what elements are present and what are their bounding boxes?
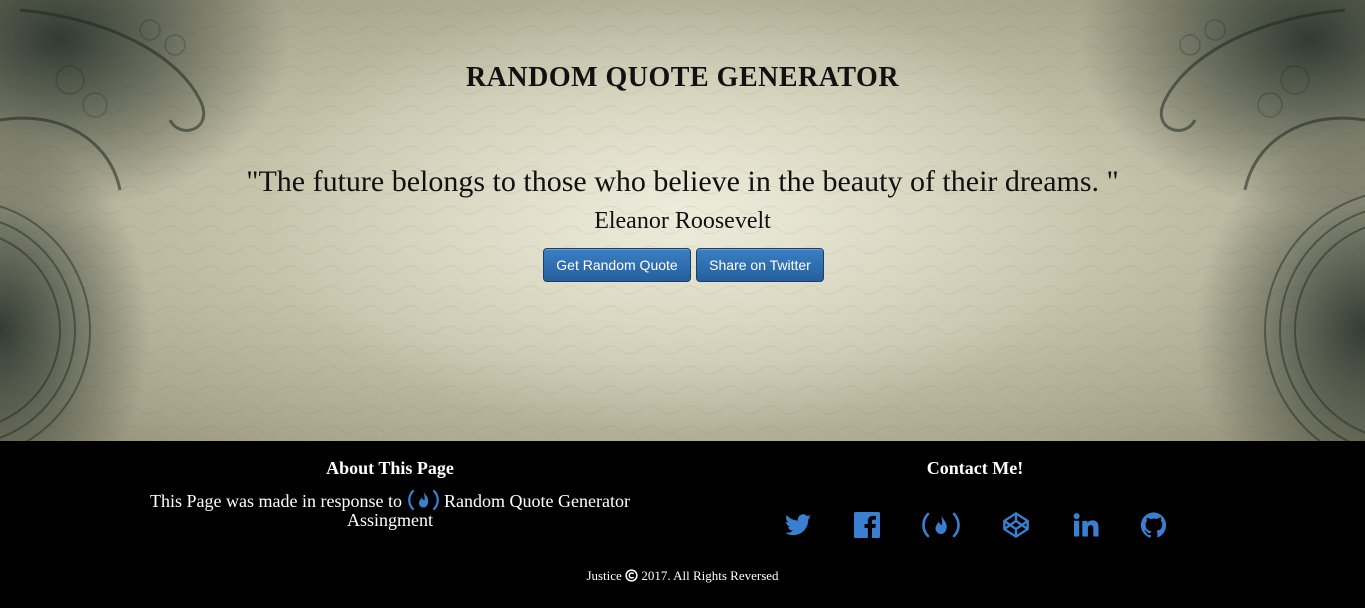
page-title: RANDOM QUOTE GENERATOR (465, 62, 900, 93)
quote-author: Eleanor Roosevelt (594, 208, 771, 234)
get-random-quote-button[interactable]: Get Random Quote (543, 248, 691, 282)
copyright-text: 2017. All Rights Reversed (641, 568, 779, 583)
github-icon[interactable] (1140, 510, 1168, 540)
facebook-icon[interactable] (853, 510, 881, 540)
share-on-twitter-button[interactable]: Share on Twitter (696, 248, 824, 282)
linkedin-icon[interactable] (1072, 510, 1100, 540)
about-text-before: This Page was made in response to (150, 491, 402, 511)
footer: About This Page This Page was made in re… (0, 441, 1365, 608)
quote-text: "The future belongs to those who believe… (246, 165, 1119, 198)
copyright: Justice 2017. All Rights Reversed (0, 568, 1365, 584)
about-text: This Page was made in response to Random… (140, 489, 640, 530)
twitter-icon[interactable] (784, 510, 812, 540)
contact-heading: Contact Me! (926, 458, 1024, 478)
freecodecamp-icon[interactable] (920, 510, 962, 540)
copyright-icon (625, 569, 638, 582)
hero-section: RANDOM QUOTE GENERATOR "The future belon… (0, 0, 1365, 441)
about-heading: About This Page (326, 458, 454, 478)
copyright-name: Justice (586, 568, 622, 583)
quote-actions: Get Random Quote Share on Twitter (543, 248, 824, 282)
codepen-icon[interactable] (1001, 510, 1031, 540)
freecodecamp-icon[interactable] (407, 489, 440, 511)
